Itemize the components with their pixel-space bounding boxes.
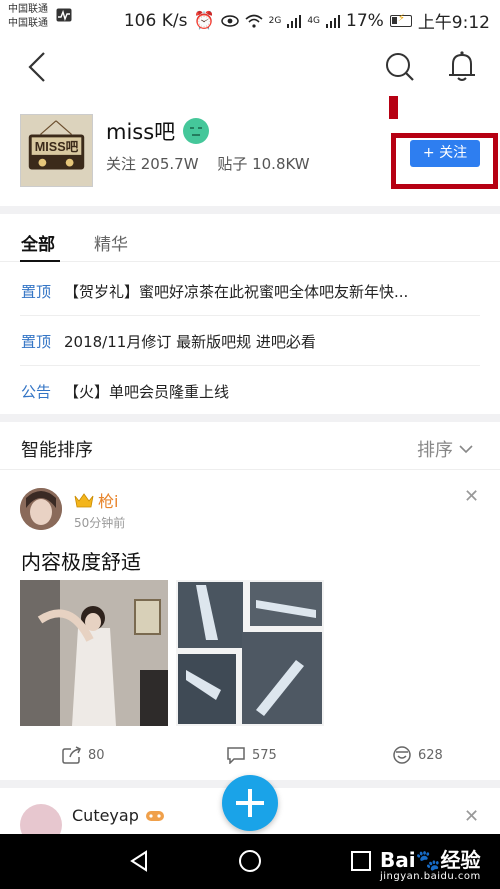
comment-count: 575 bbox=[252, 747, 277, 763]
close-icon[interactable]: ✕ bbox=[464, 806, 479, 827]
network-type-4g: 4G bbox=[307, 15, 321, 26]
section-divider bbox=[0, 206, 500, 214]
forum-stats: 关注 205.7W 贴子 10.8KW bbox=[106, 153, 324, 174]
post-image-photo[interactable] bbox=[20, 580, 168, 726]
sort-toggle-label: 排序 bbox=[417, 440, 453, 461]
forum-avatar-logo-text: MISS吧 bbox=[35, 140, 79, 154]
network-type-2g: 2G bbox=[268, 15, 282, 26]
post-author[interactable]: Cuteyap bbox=[72, 806, 165, 825]
carrier-name: 中国联通 bbox=[8, 4, 48, 15]
game-badge-icon bbox=[145, 810, 164, 821]
top-nav-bar bbox=[0, 38, 500, 96]
battery-percent: 17% bbox=[346, 10, 384, 31]
announcement-title: 【火】单吧会员隆重上线 bbox=[64, 383, 230, 401]
eye-icon bbox=[220, 14, 239, 27]
status-indicators: 106 K/s ⏰ 2G 4G 17% ⚡ 上午9:12 bbox=[123, 8, 490, 34]
alarm-icon: ⏰ bbox=[193, 10, 215, 31]
like-action[interactable]: 628 bbox=[392, 746, 443, 764]
signal-icon bbox=[326, 14, 341, 28]
follow-button[interactable]: + 关注 bbox=[410, 140, 480, 167]
forum-name: miss吧 bbox=[106, 120, 176, 144]
active-tab-indicator bbox=[20, 260, 60, 262]
carrier-name: 中国联通 bbox=[8, 18, 48, 29]
search-icon[interactable] bbox=[384, 50, 416, 84]
post-actions: 80 575 628 bbox=[0, 744, 500, 770]
post-time: 50分钟前 bbox=[74, 516, 126, 530]
watermark-brand-cn: 经验 bbox=[440, 848, 481, 872]
pinned-thread[interactable]: 置顶 【贺岁礼】蜜吧好凉茶在此祝蜜吧全体吧友新年快... bbox=[0, 266, 500, 316]
crown-icon bbox=[74, 493, 94, 508]
section-divider bbox=[0, 414, 500, 422]
share-icon bbox=[62, 746, 82, 764]
share-count: 80 bbox=[88, 747, 105, 763]
like-icon bbox=[393, 746, 411, 764]
chevron-down-icon bbox=[459, 445, 473, 454]
paw-icon: 🐾 bbox=[415, 848, 441, 872]
wifi-icon bbox=[245, 14, 263, 28]
post-card[interactable]: 枪i 50分钟前 ✕ 内容极度舒适 80 575 628 bbox=[0, 478, 500, 780]
posts-count: 贴子 10.8KW bbox=[217, 155, 310, 173]
clock: 上午9:12 bbox=[417, 13, 490, 33]
user-avatar[interactable] bbox=[20, 488, 62, 530]
post-author-name: 枪i bbox=[98, 492, 119, 511]
pinned-tag: 置顶 bbox=[21, 283, 52, 301]
sort-toggle[interactable]: 排序 bbox=[417, 436, 473, 462]
post-image-xray[interactable] bbox=[176, 580, 324, 726]
watermark-brand: Bai bbox=[380, 848, 416, 872]
back-arrow-icon[interactable] bbox=[24, 50, 54, 84]
post-author-name: Cuteyap bbox=[72, 806, 139, 825]
comment-icon bbox=[227, 747, 245, 764]
pinned-tag: 置顶 bbox=[21, 333, 52, 351]
pinned-title: 【贺岁礼】蜜吧好凉茶在此祝蜜吧全体吧友新年快... bbox=[64, 283, 409, 301]
system-navigation-bar: Bai🐾经验 jingyan.baidu.com bbox=[0, 834, 500, 889]
activity-icon bbox=[56, 8, 72, 22]
sort-bar: 智能排序 排序 bbox=[0, 422, 500, 470]
pinned-title: 2018/11月修订 最新版吧规 进吧必看 bbox=[64, 333, 316, 351]
back-triangle-icon[interactable] bbox=[126, 848, 152, 874]
status-bar: 中国联通 中国联通 106 K/s ⏰ 2G 4G 17% ⚡ 上午9:12 bbox=[0, 0, 500, 38]
like-count: 628 bbox=[418, 747, 443, 763]
post-title: 内容极度舒适 bbox=[21, 550, 141, 574]
pinned-thread[interactable]: 置顶 2018/11月修订 最新版吧规 进吧必看 bbox=[0, 316, 500, 366]
tab-featured[interactable]: 精华 bbox=[94, 230, 128, 255]
battery-icon: ⚡ bbox=[389, 13, 412, 27]
recents-square-icon[interactable] bbox=[348, 848, 374, 874]
annotation-marker bbox=[389, 96, 398, 119]
bell-icon[interactable] bbox=[446, 50, 478, 84]
baidu-jingyan-watermark: Bai🐾经验 jingyan.baidu.com bbox=[380, 844, 481, 882]
forum-tabs: 全部 精华 bbox=[0, 214, 500, 262]
announcement-tag: 公告 bbox=[21, 383, 52, 401]
home-circle-icon[interactable] bbox=[237, 848, 263, 874]
forum-header: MISS吧 miss吧 关注 205.7W 贴子 10.8KW + 关注 bbox=[0, 96, 500, 206]
close-icon[interactable]: ✕ bbox=[464, 486, 479, 507]
level-face-icon bbox=[183, 118, 210, 144]
sort-mode-label: 智能排序 bbox=[21, 440, 93, 461]
new-post-button[interactable] bbox=[222, 775, 278, 831]
watermark-url: jingyan.baidu.com bbox=[380, 871, 481, 882]
post-author[interactable]: 枪i bbox=[74, 488, 118, 512]
followers-count: 关注 205.7W bbox=[106, 155, 199, 173]
signal-icon bbox=[287, 14, 302, 28]
forum-avatar[interactable]: MISS吧 bbox=[20, 114, 93, 187]
tab-all[interactable]: 全部 bbox=[21, 230, 55, 255]
network-speed: 106 K/s bbox=[123, 10, 188, 31]
announcement-thread[interactable]: 公告 【火】单吧会员隆重上线 bbox=[0, 366, 500, 416]
forum-title: miss吧 bbox=[106, 116, 210, 146]
comment-action[interactable]: 575 bbox=[226, 746, 277, 764]
share-action[interactable]: 80 bbox=[62, 746, 105, 764]
